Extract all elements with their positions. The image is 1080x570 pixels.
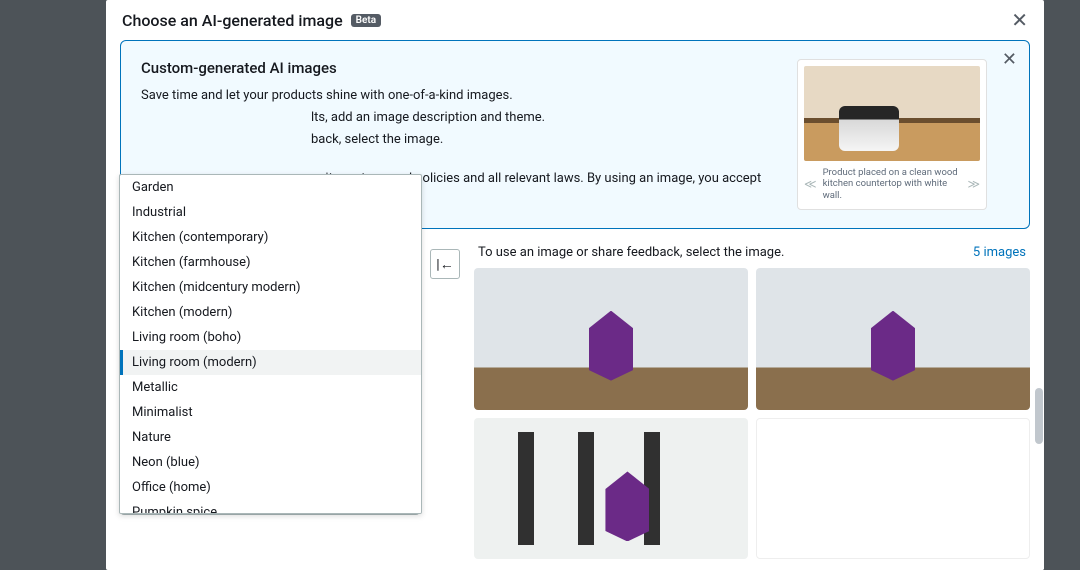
- theme-option[interactable]: Minimalist: [120, 400, 421, 425]
- results-count: 5 images: [973, 245, 1026, 260]
- theme-option[interactable]: Metallic: [120, 375, 421, 400]
- result-tile-3[interactable]: [474, 418, 748, 560]
- result-tile-2[interactable]: [756, 268, 1030, 410]
- scrollbar[interactable]: [1034, 296, 1044, 570]
- theme-option[interactable]: Kitchen (modern): [120, 300, 421, 325]
- example-caption-text: Product placed on a clean wood kitchen c…: [823, 167, 962, 201]
- example-preview-caption: ≪ Product placed on a clean wood kitchen…: [804, 167, 980, 201]
- scrollbar-thumb[interactable]: [1035, 388, 1043, 444]
- info-heading: Custom-generated AI images: [141, 59, 781, 77]
- info-line-1: Save time and let your products shine wi…: [141, 87, 781, 105]
- theme-option[interactable]: Living room (boho): [120, 325, 421, 350]
- ai-image-modal: Choose an AI-generated image Beta ✕ Cust…: [106, 0, 1044, 570]
- modal-title: Choose an AI-generated image: [122, 11, 343, 30]
- theme-option[interactable]: Pumpkin spice: [120, 500, 421, 514]
- modal-header: Choose an AI-generated image Beta ✕: [106, 0, 1044, 40]
- theme-option[interactable]: Living room (modern): [120, 350, 421, 375]
- theme-dropdown[interactable]: GardenIndustrialKitchen (contemporary)Ki…: [119, 174, 422, 514]
- collapse-icon: |←: [436, 256, 453, 273]
- image-grid: [474, 268, 1030, 559]
- next-example-icon[interactable]: ≫: [967, 177, 980, 191]
- example-preview-image: [804, 66, 980, 161]
- results-instruction: To use an image or share feedback, selec…: [478, 245, 784, 260]
- example-preview-card: ≪ Product placed on a clean wood kitchen…: [797, 59, 987, 210]
- results-panel: To use an image or share feedback, selec…: [474, 239, 1030, 559]
- prev-example-icon[interactable]: ≪: [804, 177, 817, 191]
- close-icon[interactable]: ✕: [1011, 10, 1028, 30]
- theme-option[interactable]: Neon (blue): [120, 450, 421, 475]
- info-line-2: lts, add an image description and theme.: [141, 109, 781, 127]
- theme-option[interactable]: Kitchen (farmhouse): [120, 250, 421, 275]
- info-close-icon[interactable]: ✕: [1002, 51, 1017, 69]
- toaster-illustration: [839, 106, 899, 151]
- collapse-panel-button[interactable]: |←: [430, 249, 460, 279]
- theme-option[interactable]: Kitchen (midcentury modern): [120, 275, 421, 300]
- result-tile-1[interactable]: [474, 268, 748, 410]
- info-line-3: back, select the image.: [141, 131, 781, 149]
- modal-body: Custom-generated AI images Save time and…: [106, 40, 1044, 570]
- results-header: To use an image or share feedback, selec…: [474, 239, 1030, 268]
- theme-option[interactable]: Office (home): [120, 475, 421, 500]
- theme-option[interactable]: Nature: [120, 425, 421, 450]
- theme-option[interactable]: Kitchen (contemporary): [120, 225, 421, 250]
- beta-badge: Beta: [351, 14, 381, 27]
- result-tile-4[interactable]: [756, 418, 1030, 560]
- theme-option[interactable]: Garden: [120, 175, 421, 200]
- theme-option[interactable]: Industrial: [120, 200, 421, 225]
